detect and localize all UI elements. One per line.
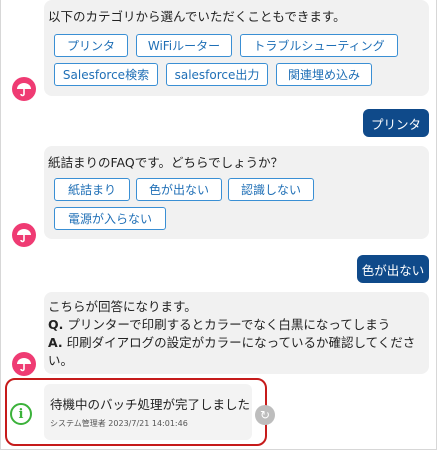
bot-message-answer: こちらが回答になります。 Q. プリンターで印刷するとカラーでなく白黒になってし… [44,292,429,374]
question-text: プリンターで印刷するとカラーでなく白黒になってしまう [63,317,391,332]
answer-question: Q. プリンターで印刷するとカラーでなく白黒になってしまう [44,316,415,334]
umbrella-icon [17,83,31,97]
notice-meta: システム管理者 2023/7/21 14:01:46 [50,419,188,428]
option-paper-jam[interactable]: 紙詰まり [54,178,130,201]
answer-answer: A. 印刷ダイアログの設定がカラーになっているか確認してくださ [44,334,415,352]
option-salesforce-search[interactable]: Salesforce検索 [54,63,158,86]
message-text: 紙詰まりのFAQです。どちらでしょうか？ [48,155,284,170]
notice-text: 待機中のバッチ処理が完了しました [50,397,251,412]
option-no-power[interactable]: 電源が入らない [54,207,166,230]
answer-text-line2: い。 [48,353,74,368]
option-salesforce-export[interactable]: salesforce出力 [166,63,268,86]
option-no-color[interactable]: 色が出ない [136,178,222,201]
option-related-embed[interactable]: 関連埋め込み [276,63,372,86]
option-troubleshooting[interactable]: トラブルシューティング [240,34,398,57]
question-label: Q. [48,317,64,332]
answer-intro: こちらが回答になります。 [48,299,197,314]
umbrella-icon [17,229,31,243]
answer-text-line1: 印刷ダイアログの設定がカラーになっているか確認してくださ [62,335,416,350]
bot-avatar [12,223,36,247]
refresh-icon[interactable]: ↻ [255,405,275,425]
bot-avatar [12,77,36,101]
option-not-recognized[interactable]: 認識しない [228,178,314,201]
info-icon: i [10,403,32,425]
option-wifi-router[interactable]: WiFiルーター [136,34,232,57]
bot-avatar [12,352,36,376]
message-text: 以下のカテゴリから選んでいただくこともできます。 [48,9,346,24]
user-message-printer: プリンタ [363,109,429,137]
umbrella-icon [17,358,31,372]
user-message-no-color: 色が出ない [357,255,429,283]
option-printer[interactable]: プリンタ [54,34,128,57]
answer-label: A. [48,335,63,350]
system-notice: 待機中のバッチ処理が完了しました システム管理者 2023/7/21 14:01… [44,384,252,440]
